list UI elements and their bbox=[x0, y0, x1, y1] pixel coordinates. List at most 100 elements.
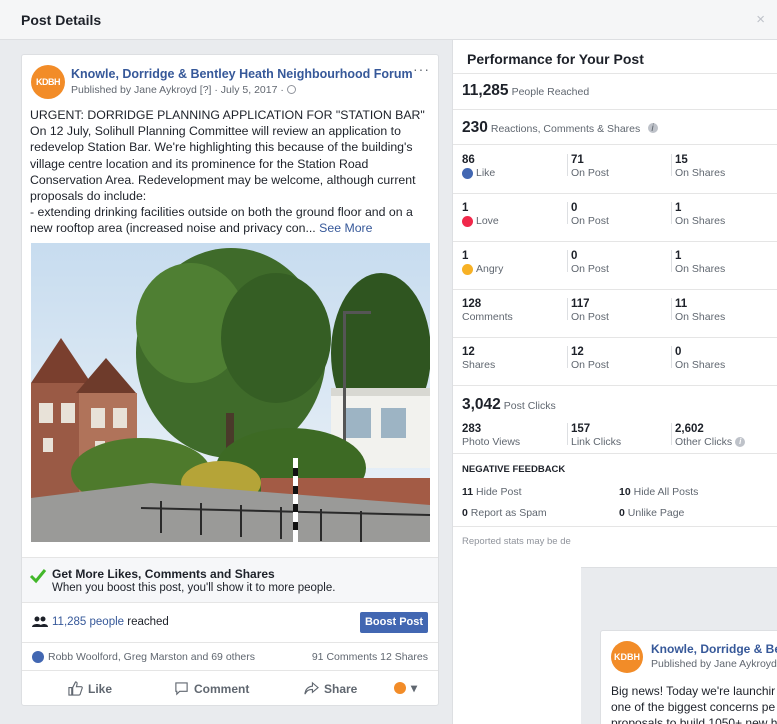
divider bbox=[671, 423, 672, 445]
negative-feedback-title: NEGATIVE FEEDBACK bbox=[462, 464, 566, 475]
stat-on-post: 71 On Post bbox=[571, 154, 609, 179]
on-post-label: On Post bbox=[571, 167, 609, 179]
boost-post-button[interactable]: Boost Post bbox=[360, 612, 428, 633]
on-shares-value: 15 bbox=[675, 154, 688, 166]
post-text-line: URGENT: DORRIDGE PLANNING APPLICATION FO… bbox=[30, 108, 425, 122]
other-clicks-text: Other Clicks bbox=[675, 436, 733, 448]
page-avatar[interactable]: KDBH bbox=[611, 641, 643, 673]
stat-on-post: 0 On Post bbox=[571, 202, 609, 227]
comment-share-counts[interactable]: 91 Comments 12 Shares bbox=[312, 651, 428, 663]
on-shares-label: On Shares bbox=[675, 167, 726, 179]
boost-promo: Get More Likes, Comments and Shares When… bbox=[22, 557, 438, 603]
reactions-summary: Robb Woolford, Greg Marston and 69 other… bbox=[22, 643, 438, 671]
overlay-post-card: KDBH Knowle, Dorridge & Be Published by … bbox=[600, 630, 777, 724]
stat-total: 1 Love bbox=[462, 202, 499, 227]
page-avatar[interactable]: KDBH bbox=[31, 65, 65, 99]
divider bbox=[453, 73, 777, 74]
overlay-post-text: Big news! Today we're launchir one of th… bbox=[611, 683, 777, 724]
page-mini-icon bbox=[394, 682, 406, 694]
dialog-header: Post Details × bbox=[0, 0, 777, 40]
promo-title: Get More Likes, Comments and Shares bbox=[52, 567, 275, 581]
people-reached-link[interactable]: 11,285 people bbox=[52, 616, 124, 628]
like-reaction-icon bbox=[32, 651, 44, 663]
info-icon[interactable]: i bbox=[735, 437, 746, 447]
stat-on-post: 0 On Post bbox=[571, 250, 609, 275]
comment-button[interactable]: Comment bbox=[174, 681, 249, 696]
stat-total: 86 Like bbox=[462, 154, 495, 179]
page-name-link[interactable]: Knowle, Dorridge & Bentley Heath Neighbo… bbox=[71, 67, 413, 81]
on-shares-label: On Shares bbox=[675, 263, 726, 275]
divider bbox=[671, 154, 672, 176]
love-reaction-icon bbox=[462, 215, 473, 227]
divider bbox=[567, 346, 568, 368]
divider bbox=[453, 526, 777, 527]
hide-post-value: 11 bbox=[462, 486, 474, 498]
engagement-total: 230 Reactions, Comments & Shares i bbox=[462, 119, 658, 137]
see-more-link[interactable]: See More bbox=[319, 221, 372, 235]
unlike-page-label: Unlike Page bbox=[627, 507, 685, 519]
divider bbox=[453, 109, 777, 110]
unlike-page-stat: 0 Unlike Page bbox=[619, 507, 684, 519]
stat-on-shares: 1 On Shares bbox=[675, 202, 725, 227]
engagement-label: Reactions, Comments & Shares bbox=[490, 123, 641, 135]
photo-views-label: Photo Views bbox=[462, 436, 521, 448]
stat-total-label: Angry bbox=[462, 263, 503, 275]
on-post-value: 12 bbox=[571, 346, 584, 358]
report-spam-label: Report as Spam bbox=[470, 507, 547, 519]
dialog-title: Post Details bbox=[21, 12, 102, 28]
stat-on-shares: 11 On Shares bbox=[675, 298, 725, 323]
stat-on-shares: 15 On Shares bbox=[675, 154, 725, 179]
stat-total-value: 128 bbox=[462, 298, 482, 310]
stats-footnote: Reported stats may be de bbox=[462, 536, 571, 547]
divider bbox=[671, 202, 672, 224]
reach-row: 11,285 people reached Boost Post bbox=[22, 603, 438, 643]
link-clicks: 157 Link Clicks bbox=[571, 423, 621, 448]
reach-suffix: reached bbox=[124, 616, 169, 628]
stat-on-shares: 1 On Shares bbox=[675, 250, 725, 275]
people-icon bbox=[32, 616, 48, 627]
like-button[interactable]: Like bbox=[68, 681, 112, 696]
share-icon bbox=[304, 681, 319, 695]
post-text-line: one of the biggest concerns pe bbox=[611, 700, 776, 714]
post-photo[interactable] bbox=[31, 243, 430, 542]
post-as-selector[interactable]: ▾ bbox=[394, 681, 417, 695]
hide-post-label: Hide Post bbox=[476, 486, 522, 498]
hide-all-value: 10 bbox=[619, 486, 631, 498]
stat-total-value: 1 bbox=[462, 202, 469, 214]
on-shares-value: 1 bbox=[675, 202, 682, 214]
reactors-link[interactable]: Robb Woolford, Greg Marston and 69 other… bbox=[48, 651, 255, 663]
link-clicks-label: Link Clicks bbox=[571, 436, 622, 448]
info-icon[interactable]: i bbox=[647, 123, 658, 133]
on-post-value: 0 bbox=[571, 250, 578, 262]
divider bbox=[567, 202, 568, 224]
post-clicks: 3,042 Post Clicks bbox=[462, 396, 556, 414]
stat-total: 128 Comments bbox=[462, 298, 513, 323]
link-clicks-value: 157 bbox=[571, 423, 591, 435]
publish-info: Published by Jane Aykroyd bbox=[651, 658, 777, 670]
stat-total-text: Comments bbox=[462, 311, 513, 323]
stat-total-text: Angry bbox=[476, 263, 504, 275]
stat-on-shares: 0 On Shares bbox=[675, 346, 725, 371]
stat-on-post: 117 On Post bbox=[571, 298, 609, 323]
hide-post-stat: 11 Hide Post bbox=[462, 486, 522, 498]
on-shares-value: 1 bbox=[675, 250, 682, 262]
stat-total-value: 86 bbox=[462, 154, 475, 166]
divider bbox=[671, 250, 672, 272]
engagement-value: 230 bbox=[462, 119, 488, 136]
stat-total-label: Comments bbox=[462, 311, 513, 323]
stat-total-text: Love bbox=[476, 215, 499, 227]
stat-on-post: 12 On Post bbox=[571, 346, 609, 371]
stat-total: 1 Angry bbox=[462, 250, 503, 275]
page-name-link[interactable]: Knowle, Dorridge & Be bbox=[651, 642, 777, 656]
photo-views: 283 Photo Views bbox=[462, 423, 520, 448]
close-icon[interactable]: × bbox=[756, 11, 765, 28]
on-post-label: On Post bbox=[571, 263, 609, 275]
stat-total: 12 Shares bbox=[462, 346, 495, 371]
share-button[interactable]: Share bbox=[304, 681, 357, 696]
publish-text: Published by Jane Aykroyd [?] · July 5, … bbox=[71, 84, 287, 96]
on-post-label: On Post bbox=[571, 359, 609, 371]
divider bbox=[453, 289, 777, 290]
more-options-icon[interactable]: ··· bbox=[413, 61, 430, 77]
on-post-label: On Post bbox=[571, 311, 609, 323]
publish-info: Published by Jane Aykroyd [?] · July 5, … bbox=[71, 84, 296, 96]
